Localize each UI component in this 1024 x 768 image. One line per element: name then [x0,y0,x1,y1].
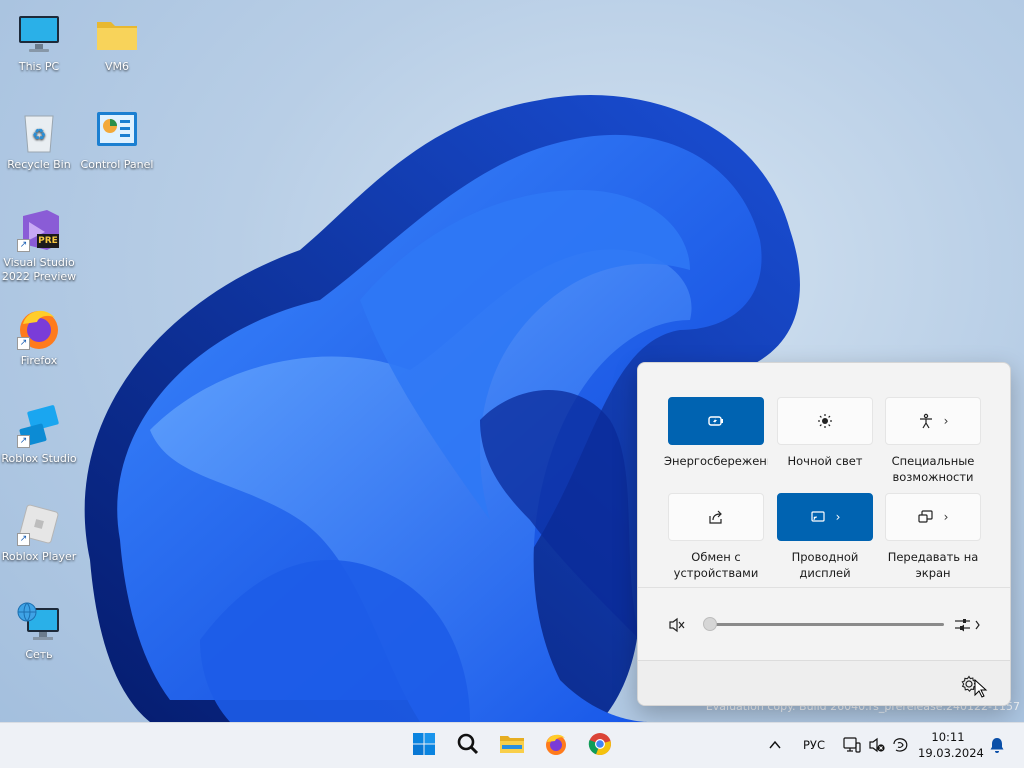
battery-saver-icon [708,413,724,429]
volume-muted-tray-icon[interactable] [868,736,886,754]
tile-nearby-share[interactable] [668,493,764,541]
accessibility-icon [918,413,934,429]
roblox-studio-icon: ↗ [15,402,63,450]
flyout-footer [638,660,1010,705]
taskbar: РУС 10:11 19.03.2024 [0,722,1024,768]
shortcut-arrow-icon: ↗ [17,337,30,350]
recycle-bin-icon: ♻ [15,108,63,156]
volume-slider-thumb[interactable] [703,617,717,631]
desktop-icon-label: VM6 [104,60,129,73]
clock-date: 19.03.2024 [918,746,984,760]
svg-text:♻: ♻ [32,125,46,144]
tile-label: Передавать на экран [887,550,979,580]
roblox-player-icon: ↗ [15,500,63,548]
tile-label: Проводной дисплей [791,550,859,580]
firefox-button[interactable] [541,731,571,761]
mouse-cursor-icon [974,678,988,699]
firefox-icon [544,732,568,760]
file-explorer-button[interactable] [497,731,527,761]
tile-label: Энергосбережение [664,454,768,468]
desktop-icon-label: Roblox Player [1,550,77,563]
network-icon [15,598,63,646]
clock-time: 10:11 [931,730,965,744]
tile-cast[interactable]: › [885,493,981,541]
nearby-share-icon [708,509,724,525]
shortcut-arrow-icon: ↗ [17,435,30,448]
flyout-divider [638,587,1010,588]
chevron-right-icon: › [943,414,949,428]
tile-battery-saver[interactable] [668,397,764,445]
network-status-icon[interactable] [843,736,861,754]
battery-saver-tray-icon[interactable] [892,736,910,754]
desktop-icon-label: This PC [18,60,60,73]
tile-wired-display[interactable]: › [777,493,873,541]
desktop-icon-label: Visual Studio 2022 Preview [1,256,77,283]
desktop-icon-roblox-player[interactable]: ↗ Roblox Player [0,500,78,564]
desktop-icon-label: Control Panel [80,158,154,171]
desktop-icon-label: Roblox Studio [1,452,77,465]
tile-label: Специальные возможности [891,454,975,484]
desktop-icon-control-panel[interactable]: Control Panel [78,108,156,172]
tile-label: Обмен с устройствами поблизости [673,550,759,580]
cast-icon [917,509,934,525]
chrome-icon [588,732,612,760]
desktop-icon-network[interactable]: Сеть [0,598,78,662]
audio-mixer-icon[interactable] [954,617,982,633]
volume-slider-track[interactable] [708,623,944,626]
desktop-icon-label: Recycle Bin [7,158,71,171]
firefox-icon: ↗ [15,304,63,352]
desktop-icon-this-pc[interactable]: This PC [0,10,78,74]
show-hidden-icons-button[interactable] [768,737,782,753]
notification-bell-icon[interactable] [989,736,1005,754]
desktop-icon-firefox[interactable]: ↗ Firefox [0,304,78,368]
chrome-button[interactable] [585,731,615,761]
desktop-icon-visual-studio[interactable]: PRE ↗ Visual Studio 2022 Preview [0,206,78,284]
monitor-icon [15,10,63,58]
preview-badge: PRE [38,236,58,246]
desktop-icon-roblox-studio[interactable]: ↗ Roblox Studio [0,402,78,466]
desktop-icon-label: Firefox [20,354,58,367]
start-button[interactable] [409,731,439,761]
search-button[interactable] [453,731,483,761]
shortcut-arrow-icon: ↗ [17,239,30,252]
shortcut-arrow-icon: ↗ [17,533,30,546]
tile-accessibility[interactable]: › [885,397,981,445]
night-light-icon [817,413,833,429]
desktop-icon-vm6[interactable]: VM6 [78,10,156,74]
speaker-muted-icon[interactable] [668,617,686,633]
visual-studio-icon: PRE ↗ [15,206,63,254]
taskbar-clock[interactable]: 10:11 19.03.2024 [918,729,984,761]
desktop-icon-label: Сеть [25,648,53,661]
control-panel-icon [93,108,141,156]
desktop-icon-recycle-bin[interactable]: ♻ Recycle Bin [0,108,78,172]
tile-label: Ночной свет [787,454,863,468]
tile-night-light[interactable] [777,397,873,445]
folder-icon [499,732,525,760]
chevron-right-icon: › [835,510,841,524]
language-indicator[interactable]: РУС [803,738,825,752]
wired-display-icon [810,509,826,525]
search-icon [456,732,480,760]
chevron-right-icon: › [943,510,949,524]
windows-logo-icon [412,732,436,760]
folder-icon [93,10,141,58]
quick-settings-flyout: Энергосбережение Ночной свет › Специальн… [637,362,1011,706]
